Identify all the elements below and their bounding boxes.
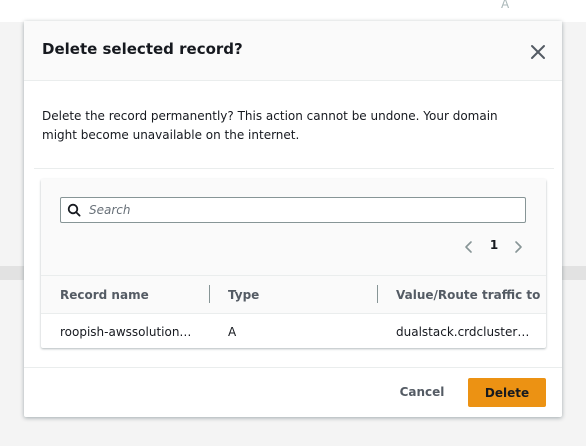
background-column-letter: A bbox=[501, 0, 510, 11]
modal-message: Delete the record permanently? This acti… bbox=[42, 109, 498, 142]
search-icon bbox=[67, 203, 81, 217]
pagination-prev-button[interactable] bbox=[462, 239, 476, 253]
modal-divider bbox=[34, 168, 554, 169]
cell-value: dualstack.crdcluster… bbox=[396, 325, 530, 339]
records-table: 1 Record name Type Value/Route traffic t… bbox=[41, 179, 546, 348]
column-resize-handle[interactable] bbox=[209, 285, 210, 303]
modal-footer: Cancel Delete bbox=[24, 367, 562, 418]
chevron-left-icon bbox=[465, 241, 472, 253]
column-resize-handle[interactable] bbox=[377, 285, 378, 303]
chevron-right-icon bbox=[515, 241, 522, 253]
background-top-bar: A bbox=[0, 0, 586, 22]
table-header-row: Record name Type Value/Route traffic to bbox=[41, 276, 546, 314]
table-toolbar: 1 bbox=[41, 179, 546, 276]
cell-type: A bbox=[228, 325, 237, 339]
close-button[interactable] bbox=[527, 41, 549, 63]
column-header-record-name[interactable]: Record name bbox=[60, 288, 149, 302]
modal-title: Delete selected record? bbox=[42, 40, 243, 58]
column-header-value[interactable]: Value/Route traffic to bbox=[396, 288, 540, 302]
modal-header: Delete selected record? bbox=[24, 21, 562, 81]
delete-record-modal: Delete selected record? Delete the recor… bbox=[24, 21, 562, 417]
search-input[interactable] bbox=[89, 198, 519, 222]
close-icon bbox=[531, 45, 545, 59]
pagination-next-button[interactable] bbox=[511, 239, 525, 253]
cell-record-name: roopish-awssolution… bbox=[60, 325, 192, 339]
cancel-button[interactable]: Cancel bbox=[392, 378, 452, 406]
table-row: roopish-awssolution… A dualstack.crdclus… bbox=[41, 314, 546, 348]
search-box[interactable] bbox=[60, 197, 526, 223]
pagination-page-number[interactable]: 1 bbox=[486, 237, 502, 253]
delete-button[interactable]: Delete bbox=[468, 378, 546, 407]
column-header-type[interactable]: Type bbox=[228, 288, 259, 302]
